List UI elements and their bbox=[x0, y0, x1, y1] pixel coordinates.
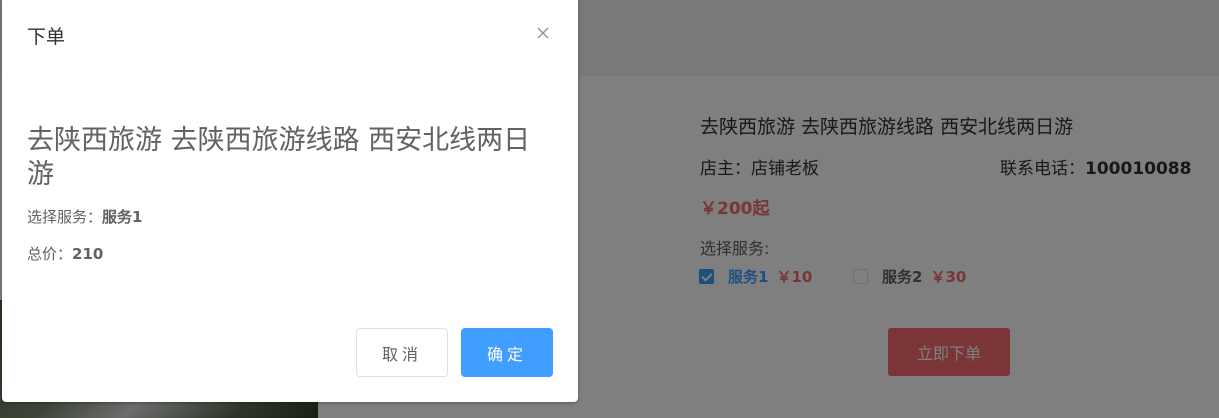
dialog-title: 下单 bbox=[27, 26, 66, 48]
confirm-button[interactable]: 确定 bbox=[461, 328, 553, 377]
dialog-total-label: 总价： bbox=[27, 245, 73, 263]
dialog-selected-service: 选择服务：服务1 bbox=[27, 206, 142, 227]
close-icon[interactable] bbox=[535, 25, 551, 41]
dialog-total: 总价：210 bbox=[27, 243, 103, 264]
dialog-service-value: 服务1 bbox=[102, 208, 143, 226]
dialog-total-value: 210 bbox=[72, 245, 104, 263]
dialog-product-title: 去陕西旅游 去陕西旅游线路 西安北线两日游 bbox=[27, 125, 531, 190]
order-dialog: 下单 去陕西旅游 去陕西旅游线路 西安北线两日游 选择服务：服务1 总价：210… bbox=[2, 0, 578, 402]
dialog-service-label: 选择服务： bbox=[27, 208, 103, 226]
cancel-button[interactable]: 取消 bbox=[356, 328, 448, 377]
